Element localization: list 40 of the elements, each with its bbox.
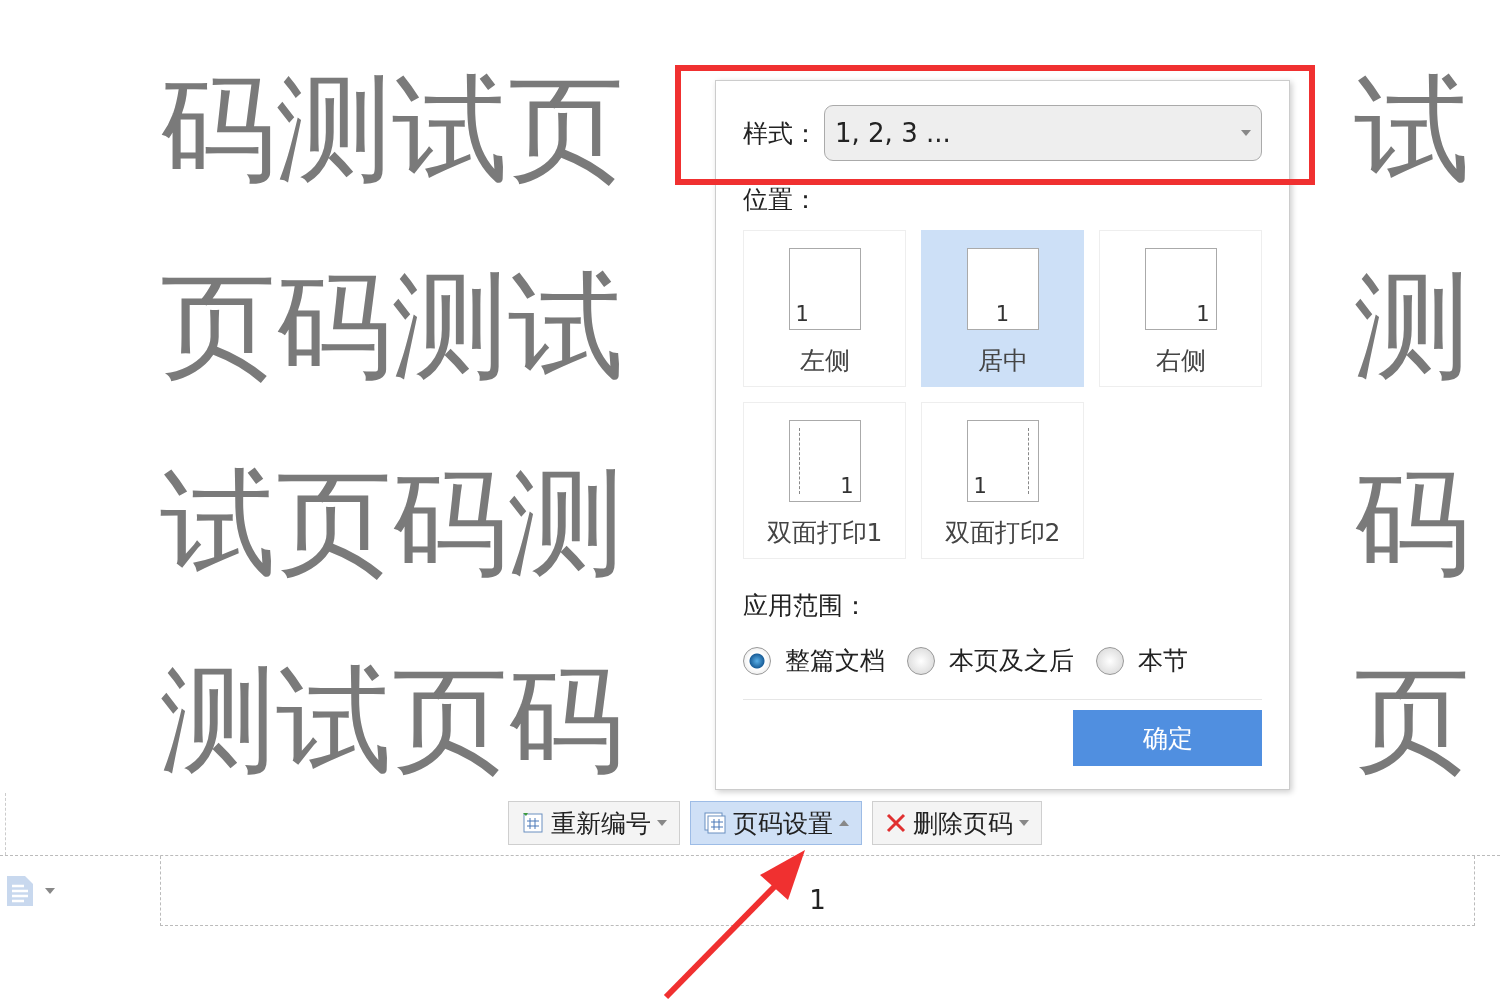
watermark-text: 测试页码 <box>160 651 624 789</box>
radio-button[interactable] <box>907 646 935 675</box>
toolbar-button[interactable]: 删除页码 <box>872 801 1042 845</box>
watermark-text: 页码测试 <box>160 257 624 395</box>
scope-radio[interactable]: 整篇文档 <box>743 644 885 677</box>
caret-icon <box>45 888 55 894</box>
scope-radio[interactable]: 本节 <box>1096 644 1188 677</box>
page-thumbnail: 1 <box>788 420 861 502</box>
page-thumbnail: 1 <box>788 248 861 330</box>
position-option[interactable]: 1 双面打印1 <box>743 402 906 559</box>
watermark-text: 试页码测 <box>160 454 624 592</box>
position-option[interactable]: 1 居中 <box>921 230 1084 387</box>
close-icon <box>885 812 907 834</box>
watermark-text: 页 <box>1354 651 1470 789</box>
watermark-text: 试 <box>1354 60 1470 198</box>
scope-radio[interactable]: 本页及之后 <box>907 644 1074 677</box>
caret-icon <box>657 820 667 826</box>
position-option[interactable]: 1 右侧 <box>1099 230 1262 387</box>
radio-button[interactable] <box>1096 646 1124 675</box>
scope-label: 应用范围： <box>743 590 869 622</box>
watermark-text: 码 <box>1354 454 1470 592</box>
toolbar-button[interactable]: 页码设置 <box>690 801 862 845</box>
caret-icon <box>1241 130 1251 136</box>
watermark-text: 测 <box>1354 257 1470 395</box>
position-option[interactable]: 1 左侧 <box>743 230 906 387</box>
caret-icon <box>1019 820 1029 826</box>
caret-icon <box>839 820 849 826</box>
style-label: 样式： <box>743 117 818 150</box>
renumber-icon <box>521 811 545 835</box>
page-number-icon <box>703 811 727 835</box>
radio-button[interactable] <box>743 646 771 675</box>
position-option[interactable]: 1 双面打印2 <box>921 402 1084 559</box>
page-thumbnail: 1 <box>966 248 1039 330</box>
page-thumbnail: 1 <box>966 420 1039 502</box>
position-label: 位置： <box>743 184 819 216</box>
toolbar-button[interactable]: 重新编号 <box>508 801 680 845</box>
watermark-text: 码测试页 <box>160 60 624 198</box>
page-number: 1 <box>809 884 826 915</box>
style-dropdown[interactable]: 1, 2, 3 ... <box>824 105 1262 161</box>
page-thumbnail: 1 <box>1144 248 1217 330</box>
